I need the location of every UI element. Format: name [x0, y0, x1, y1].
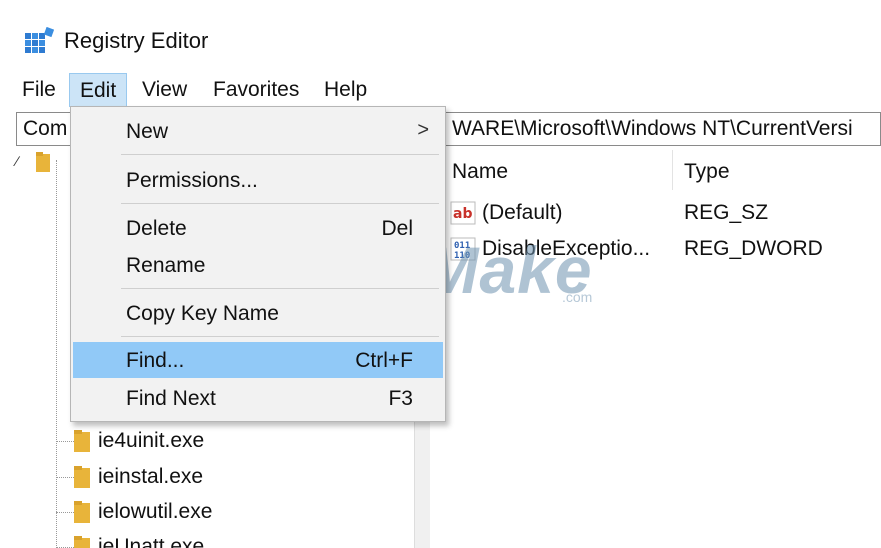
menu-file[interactable]: File [12, 73, 66, 107]
menu-item-label: Delete [126, 217, 187, 240]
folder-icon [74, 466, 90, 488]
folder-icon [74, 430, 90, 452]
tree-item-label: ieinstal.exe [98, 465, 204, 488]
menu-item-label: Copy Key Name [126, 302, 279, 325]
menu-separator [121, 288, 439, 289]
menu-separator [121, 336, 439, 337]
column-header-name[interactable]: Name [452, 160, 508, 184]
edit-menu-dropdown: New > Permissions... Delete Del Rename C… [70, 106, 446, 422]
address-path-end: WARE\Microsoft\Windows NT\CurrentVersi [452, 117, 853, 140]
menu-item-label: Find Next [126, 387, 216, 410]
menu-item-delete[interactable]: Delete Del [73, 210, 443, 246]
title-bar: Registry Editor [0, 0, 881, 70]
folder-icon [74, 536, 90, 548]
tree-item[interactable]: ielowutil.exe [16, 495, 412, 529]
value-type: REG_SZ [684, 201, 769, 224]
menu-item-find[interactable]: Find... Ctrl+F [73, 342, 443, 378]
values-pane[interactable]: Name Type ab (Default) REG_SZ 011 110 Di… [432, 150, 881, 548]
menu-item-copy-key-name[interactable]: Copy Key Name [73, 295, 443, 331]
submenu-arrow-icon: > [417, 119, 429, 141]
window-title: Registry Editor [64, 28, 209, 53]
menu-item-label: Rename [126, 254, 206, 277]
tree-item[interactable]: ieinstal.exe [16, 460, 412, 494]
value-type: REG_DWORD [684, 237, 823, 260]
tree-item[interactable]: ieUnatt.exe [16, 530, 412, 548]
address-path-start: Com [23, 117, 68, 140]
folder-icon [36, 152, 50, 172]
string-value-icon: ab [450, 201, 476, 225]
menu-item-shortcut: Del [381, 217, 413, 240]
folder-icon [74, 501, 90, 523]
menu-edit[interactable]: Edit [69, 73, 128, 107]
menu-separator [121, 154, 439, 155]
menu-item-label: Find... [126, 349, 185, 372]
value-name: (Default) [482, 201, 563, 224]
menu-help[interactable]: Help [314, 73, 377, 107]
tree-item-label: ieUnatt.exe [98, 535, 205, 548]
column-header-type[interactable]: Type [684, 160, 730, 184]
tree-branch-line [56, 441, 74, 442]
menu-item-find-next[interactable]: Find Next F3 [73, 380, 443, 416]
tree-item[interactable]: ie4uinit.exe [16, 424, 412, 458]
menu-item-rename[interactable]: Rename [73, 247, 443, 283]
tree-item-label: ie4uinit.exe [98, 429, 205, 452]
menu-item-new[interactable]: New > [73, 113, 443, 149]
menu-item-label: Permissions... [126, 169, 258, 192]
menu-separator [121, 203, 439, 204]
watermark-suffix: .com [562, 289, 593, 305]
menu-item-shortcut: Ctrl+F [355, 349, 413, 372]
menu-favorites[interactable]: Favorites [203, 73, 309, 107]
menu-bar: File Edit View Favorites Help [0, 70, 881, 108]
menu-item-label: New [126, 120, 169, 143]
tree-branch-line [56, 512, 74, 513]
tree-item-label: ielowutil.exe [98, 500, 213, 523]
registry-editor-icon [25, 27, 54, 53]
svg-text:ab: ab [453, 206, 472, 222]
tree-branch-line [56, 477, 74, 478]
menu-view[interactable]: View [132, 73, 197, 107]
column-separator[interactable] [672, 150, 673, 190]
menu-item-permissions[interactable]: Permissions... [73, 162, 443, 198]
collapse-caret-icon[interactable]: ∕ [16, 153, 18, 169]
menu-item-shortcut: F3 [388, 387, 413, 410]
value-row[interactable]: ab (Default) REG_SZ [432, 196, 881, 230]
